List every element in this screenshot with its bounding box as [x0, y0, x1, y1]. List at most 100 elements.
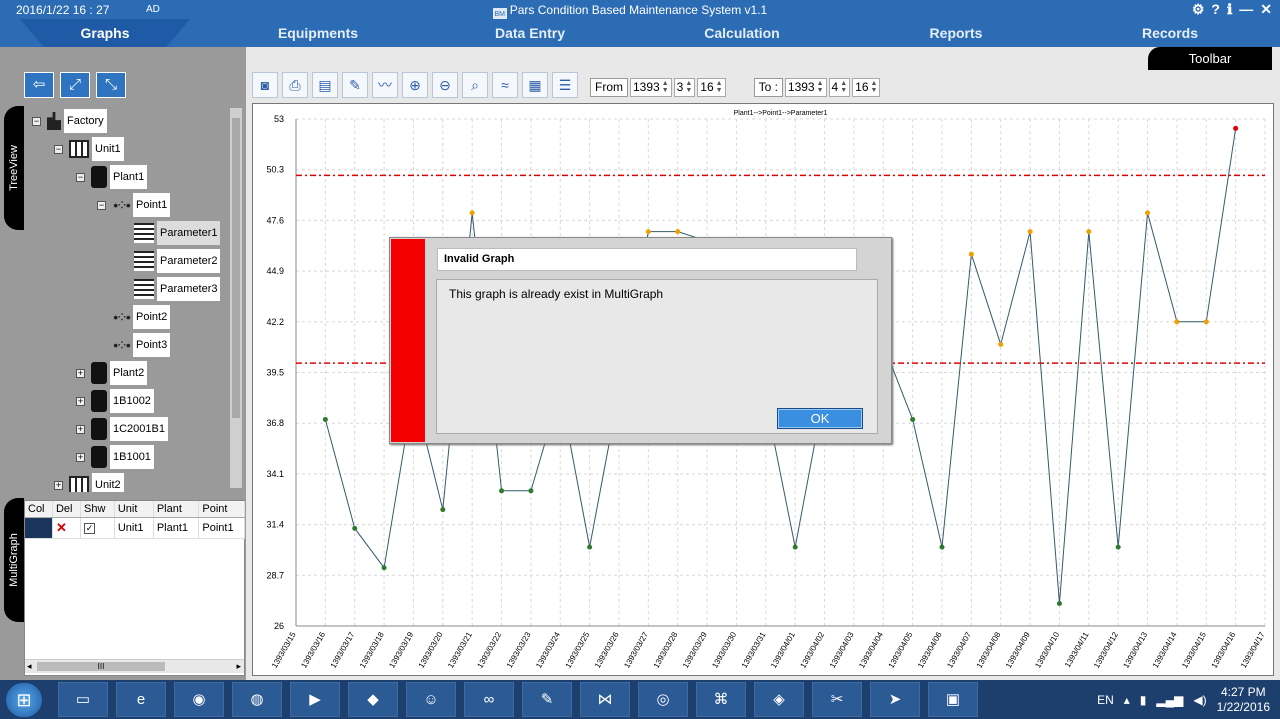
gear-icon[interactable]: ⚙: [1192, 1, 1205, 18]
expander-icon[interactable]: −: [76, 172, 85, 182]
scroll-thumb[interactable]: III: [37, 662, 165, 671]
multigraph-tab[interactable]: MultiGraph: [4, 498, 24, 622]
to-day-stepper[interactable]: 16 ▲ ▼: [852, 77, 881, 97]
delete-cell[interactable]: ✕: [52, 517, 81, 539]
volume-icon[interactable]: ◀): [1193, 693, 1206, 707]
spin-arrows-icon[interactable]: ▲ ▼: [716, 80, 723, 94]
link-icon[interactable]: ∞: [464, 682, 514, 717]
expander-icon[interactable]: +: [76, 368, 85, 378]
wave-icon[interactable]: ≈: [492, 72, 518, 98]
list-icon[interactable]: ☰: [552, 72, 578, 98]
expander-icon[interactable]: −: [54, 144, 63, 154]
tree-node[interactable]: + Plant2: [76, 360, 148, 386]
chart-icon[interactable]: 〰: [372, 72, 398, 98]
signal-icon[interactable]: ▂▄▆: [1156, 693, 1183, 707]
expand-icon[interactable]: ⤢: [60, 72, 90, 98]
spin-arrows-icon[interactable]: ▲ ▼: [840, 80, 847, 94]
table-row[interactable]: ✕ ✓ Unit1 Plant1 Point1: [25, 517, 245, 539]
to-year-stepper[interactable]: 1393 ▲ ▼: [784, 77, 827, 97]
column-header[interactable]: Unit: [114, 501, 154, 518]
expander-icon[interactable]: +: [54, 480, 63, 490]
tree-node[interactable]: − Unit1: [54, 136, 124, 162]
treeview-tab[interactable]: TreeView: [4, 106, 24, 230]
back-icon[interactable]: ⇦: [24, 72, 54, 98]
notepad-icon[interactable]: ✎: [522, 682, 572, 717]
git-icon[interactable]: ◈: [754, 682, 804, 717]
browser-icon[interactable]: ◎: [638, 682, 688, 717]
column-header[interactable]: Del: [52, 501, 81, 518]
tree-node[interactable]: Parameter2: [134, 248, 221, 274]
horizontal-scrollbar[interactable]: ◂ III ▸: [25, 659, 244, 673]
collapse-icon[interactable]: ⤡: [96, 72, 126, 98]
column-header[interactable]: Col: [25, 501, 53, 518]
pdf-icon[interactable]: ▤: [312, 72, 338, 98]
from-day-stepper[interactable]: 16 ▲ ▼: [697, 77, 726, 97]
zoom-icon[interactable]: ⌕: [462, 72, 488, 98]
expander-icon[interactable]: +: [76, 396, 85, 406]
tree-node[interactable]: − Factory: [32, 108, 107, 134]
tree-scrollbar[interactable]: [230, 108, 242, 488]
game-icon[interactable]: ☺: [406, 682, 456, 717]
app-icon[interactable]: ▶: [290, 682, 340, 717]
visual-studio-icon[interactable]: ⋈: [580, 682, 630, 717]
tree-node[interactable]: + Unit2: [54, 472, 124, 492]
scroll-thumb[interactable]: [232, 118, 240, 418]
toolbar-label[interactable]: Toolbar: [1148, 47, 1272, 70]
camera-icon[interactable]: ◙: [252, 72, 278, 98]
tree-node[interactable]: +1B1002: [76, 388, 154, 414]
info-icon[interactable]: ℹ: [1227, 1, 1232, 18]
spin-arrows-icon[interactable]: ▲ ▼: [662, 80, 669, 94]
help-icon[interactable]: ?: [1211, 1, 1220, 18]
telegram-icon[interactable]: ➤: [870, 682, 920, 717]
tree-node[interactable]: − Plant1: [76, 164, 148, 190]
tab-reports[interactable]: Reports: [876, 19, 1036, 47]
network-icon[interactable]: ▮: [1140, 693, 1147, 707]
show-checkbox[interactable]: ✓: [83, 523, 95, 534]
scroll-right-icon[interactable]: ▸: [236, 661, 241, 672]
tab-equipments[interactable]: Equipments: [238, 19, 398, 47]
tree-node[interactable]: Parameter3: [134, 276, 221, 302]
tree-node[interactable]: − •⁘• Point1: [97, 192, 171, 218]
edit-icon[interactable]: ✎: [342, 72, 368, 98]
column-header[interactable]: Plant: [153, 501, 200, 518]
box-icon[interactable]: ◆: [348, 682, 398, 717]
spin-arrows-icon[interactable]: ▲ ▼: [817, 80, 824, 94]
tray-arrow-icon[interactable]: ▴: [1124, 693, 1130, 707]
tree-node[interactable]: Parameter1: [134, 220, 221, 246]
tree-node[interactable]: •⁘• Point2: [112, 304, 171, 330]
ok-button[interactable]: OK: [777, 408, 863, 429]
devexpress-icon[interactable]: ⌘: [696, 682, 746, 717]
series-color-swatch[interactable]: [25, 517, 53, 539]
print-icon[interactable]: ⎙: [282, 72, 308, 98]
firefox-icon[interactable]: ◍: [232, 682, 282, 717]
tab-records[interactable]: Records: [1090, 19, 1250, 47]
tools-icon[interactable]: ✂: [812, 682, 862, 717]
grid-icon[interactable]: ▦: [522, 72, 548, 98]
from-year-stepper[interactable]: 1393 ▲ ▼: [630, 77, 672, 97]
expander-icon[interactable]: +: [76, 452, 85, 462]
expander-icon[interactable]: −: [32, 116, 41, 126]
spin-arrows-icon[interactable]: ▲ ▼: [871, 80, 878, 94]
delete-icon[interactable]: ✕: [56, 520, 67, 535]
tab-graphs[interactable]: Graphs: [20, 19, 190, 47]
scroll-left-icon[interactable]: ◂: [27, 661, 32, 672]
column-header[interactable]: Shw: [80, 501, 115, 518]
spin-arrows-icon[interactable]: ▲ ▼: [685, 80, 692, 94]
internet-explorer-icon[interactable]: e: [116, 682, 166, 717]
language-indicator[interactable]: EN: [1097, 693, 1114, 707]
minimize-icon[interactable]: —: [1239, 1, 1253, 18]
zoom-in-icon[interactable]: ⊕: [402, 72, 428, 98]
show-cell[interactable]: ✓: [80, 517, 115, 539]
explorer-icon[interactable]: ▭: [58, 682, 108, 717]
expander-icon[interactable]: −: [97, 200, 106, 210]
cbm-app-icon[interactable]: ▣: [928, 682, 978, 717]
tree-node[interactable]: +1C2001B1: [76, 416, 168, 442]
zoom-out-icon[interactable]: ⊖: [432, 72, 458, 98]
clock[interactable]: 4:27 PM 1/22/2016: [1217, 685, 1270, 715]
tab-data-entry[interactable]: Data Entry: [450, 19, 610, 47]
column-header[interactable]: Point: [198, 501, 245, 518]
from-month-stepper[interactable]: 3 ▲ ▼: [673, 77, 696, 97]
close-icon[interactable]: ✕: [1260, 1, 1272, 18]
tab-calculation[interactable]: Calculation: [662, 19, 822, 47]
tree-node[interactable]: +1B1001: [76, 444, 154, 470]
